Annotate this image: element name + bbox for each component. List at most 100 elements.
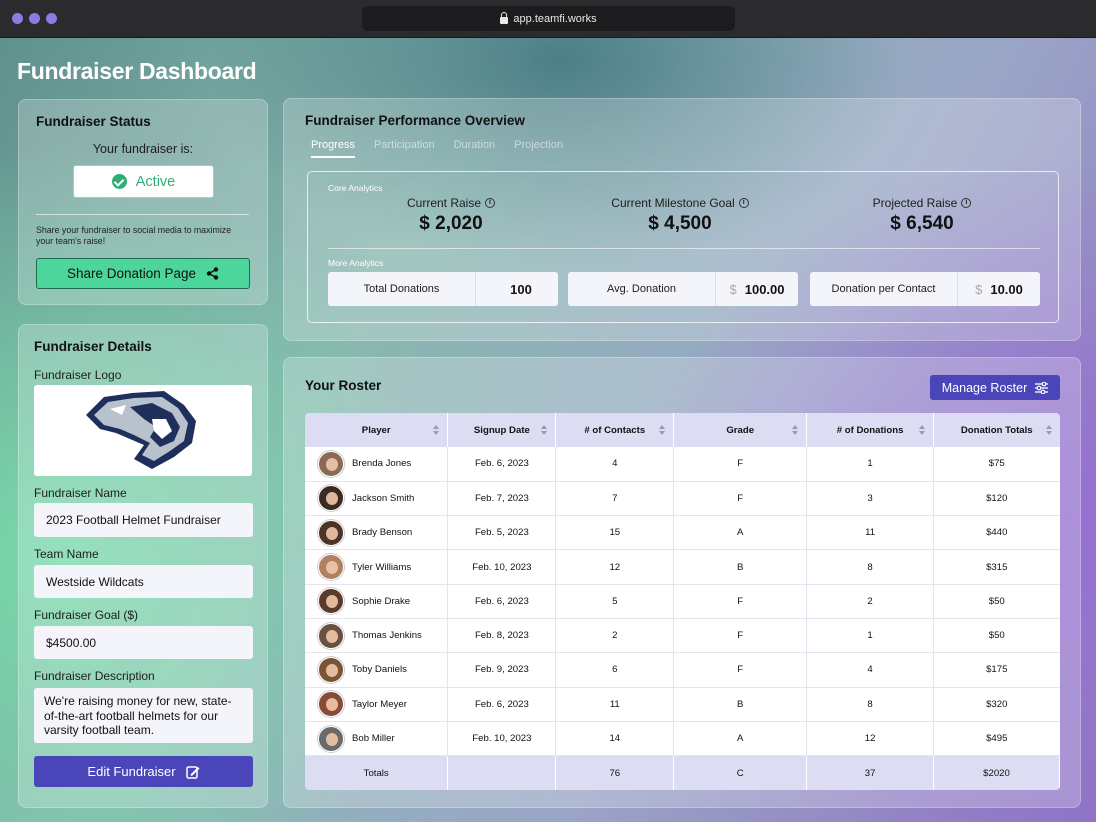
player-cell: Bob Miller xyxy=(305,721,449,757)
avatar xyxy=(318,725,344,752)
tab-participation[interactable]: Participation xyxy=(374,139,435,158)
sort-icon[interactable] xyxy=(919,425,926,435)
tab-projection[interactable]: Projection xyxy=(514,139,563,158)
table-cell: 6 xyxy=(555,652,675,688)
total-donations-stat: Total Donations 100 xyxy=(328,272,558,306)
address-bar[interactable]: app.teamfi.works xyxy=(362,6,735,31)
status-prompt: Your fundraiser is: xyxy=(92,142,194,156)
sort-icon[interactable] xyxy=(1045,425,1052,435)
sort-icon[interactable] xyxy=(433,425,440,435)
player-cell: Taylor Meyer xyxy=(305,687,449,722)
column-header-player[interactable]: Player xyxy=(305,413,449,447)
metric-value: $ 6,540 xyxy=(890,213,954,234)
roster-table: Player Signup Date # of Contacts Grade #… xyxy=(305,413,1060,790)
table-row[interactable]: Tyler Williams Feb. 10, 2023 12 B 8 $315 xyxy=(305,549,1060,585)
share-donation-page-button[interactable]: Share Donation Page xyxy=(36,258,250,289)
column-header-signup-date[interactable]: Signup Date xyxy=(447,413,557,447)
window-dot-icon[interactable] xyxy=(12,13,23,24)
info-icon[interactable]: i xyxy=(738,198,749,208)
fundraiser-name-input[interactable]: 2023 Football Helmet Fundraiser xyxy=(34,503,253,537)
page-title: Fundraiser Dashboard xyxy=(17,58,257,84)
table-cell: F xyxy=(673,481,808,517)
metric-label: Current Raise xyxy=(406,196,482,210)
table-cell: $75 xyxy=(933,447,1060,482)
table-cell: 4 xyxy=(555,447,675,482)
player-name: Jackson Smith xyxy=(352,492,415,504)
table-cell: $320 xyxy=(933,687,1060,722)
table-header-row: Player Signup Date # of Contacts Grade #… xyxy=(305,413,1060,447)
table-cell: $315 xyxy=(933,549,1060,585)
table-cell: 1 xyxy=(806,618,935,654)
player-cell: Tyler Williams xyxy=(305,549,449,585)
table-cell: $495 xyxy=(933,721,1060,757)
table-cell: $175 xyxy=(933,652,1060,688)
column-header-donation-totals[interactable]: Donation Totals xyxy=(933,413,1060,447)
table-cell: 7 xyxy=(555,481,675,517)
avatar xyxy=(318,691,344,718)
fundraiser-goal-label: Fundraiser Goal ($) xyxy=(34,608,139,622)
avatar xyxy=(318,450,344,477)
more-analytics-caption: More Analytics xyxy=(328,258,384,268)
avatar xyxy=(318,622,344,649)
table-row[interactable]: Bob Miller Feb. 10, 2023 14 A 12 $495 xyxy=(305,721,1060,757)
avatar xyxy=(318,485,344,512)
table-cell: Feb. 6, 2023 xyxy=(447,584,557,619)
metric-label: Projected Raise xyxy=(872,196,958,210)
fundraiser-logo[interactable] xyxy=(34,385,252,476)
stat-value: 100 xyxy=(510,281,532,297)
fundraiser-description-input[interactable]: We're raising money for new, state-of-th… xyxy=(34,688,253,743)
table-row[interactable]: Taylor Meyer Feb. 6, 2023 11 B 8 $320 xyxy=(305,687,1060,722)
table-cell: Feb. 5, 2023 xyxy=(447,515,557,551)
info-icon[interactable]: i xyxy=(485,198,496,208)
table-row[interactable]: Jackson Smith Feb. 7, 2023 7 F 3 $120 xyxy=(305,481,1060,517)
table-cell: 15 xyxy=(555,515,675,551)
table-cell: F xyxy=(673,652,808,688)
table-cell: 11 xyxy=(555,687,675,722)
table-cell: F xyxy=(673,584,808,619)
window-dot-icon[interactable] xyxy=(29,13,40,24)
core-analytics-caption: Core Analytics xyxy=(328,183,383,193)
table-row[interactable]: Brady Benson Feb. 5, 2023 15 A 11 $440 xyxy=(305,515,1060,551)
projected-raise-metric: Projected Raise i $ 6,540 xyxy=(822,196,1022,235)
sort-icon[interactable] xyxy=(792,425,799,435)
player-name: Tyler Williams xyxy=(352,561,412,573)
table-cell: $440 xyxy=(933,515,1060,551)
status-badge: Active xyxy=(73,165,214,198)
tab-duration[interactable]: Duration xyxy=(454,139,496,158)
table-cell: Feb. 8, 2023 xyxy=(447,618,557,654)
table-cell: Feb. 7, 2023 xyxy=(447,481,557,517)
fundraiser-goal-input[interactable]: $4500.00 xyxy=(34,626,253,659)
divider xyxy=(36,214,249,215)
stat-label: Total Donations xyxy=(363,283,440,295)
share-note: Share your fundraiser to social media to… xyxy=(36,225,232,246)
totals-donations: 37 xyxy=(806,755,935,790)
window-dot-icon[interactable] xyxy=(46,13,57,24)
manage-roster-button[interactable]: Manage Roster xyxy=(930,375,1060,400)
table-cell: A xyxy=(673,515,808,551)
player-name: Sophie Drake xyxy=(352,595,411,607)
stat-label: Donation per Contact xyxy=(831,283,936,295)
roster-card: Your Roster Manage Roster Player Signup … xyxy=(283,357,1081,808)
fundraiser-details-card: Fundraiser Details Fundraiser Logo Fundr… xyxy=(18,324,268,808)
sort-icon[interactable] xyxy=(659,425,666,435)
table-cell: Feb. 9, 2023 xyxy=(447,652,557,688)
table-row[interactable]: Sophie Drake Feb. 6, 2023 5 F 2 $50 xyxy=(305,584,1060,619)
player-name: Brady Benson xyxy=(352,527,413,539)
totals-contacts: 76 xyxy=(555,755,675,790)
tab-progress[interactable]: Progress xyxy=(311,139,356,158)
info-icon[interactable]: i xyxy=(961,198,972,208)
sort-icon[interactable] xyxy=(541,425,548,435)
player-name: Brenda Jones xyxy=(352,458,412,470)
wildcat-logo-icon xyxy=(86,391,196,469)
player-cell: Jackson Smith xyxy=(305,481,449,517)
table-row[interactable]: Brenda Jones Feb. 6, 2023 4 F 1 $75 xyxy=(305,447,1060,482)
column-header-grade[interactable]: Grade xyxy=(673,413,808,447)
logo-label: Fundraiser Logo xyxy=(34,368,122,382)
team-name-input[interactable]: Westside Wildcats xyxy=(34,565,253,598)
column-header-contacts[interactable]: # of Contacts xyxy=(555,413,675,447)
table-row[interactable]: Toby Daniels Feb. 9, 2023 6 F 4 $175 xyxy=(305,652,1060,688)
table-row[interactable]: Thomas Jenkins Feb. 8, 2023 2 F 1 $50 xyxy=(305,618,1060,654)
column-header-donations[interactable]: # of Donations xyxy=(806,413,935,447)
edit-fundraiser-button[interactable]: Edit Fundraiser xyxy=(34,756,253,787)
table-cell: $120 xyxy=(933,481,1060,517)
